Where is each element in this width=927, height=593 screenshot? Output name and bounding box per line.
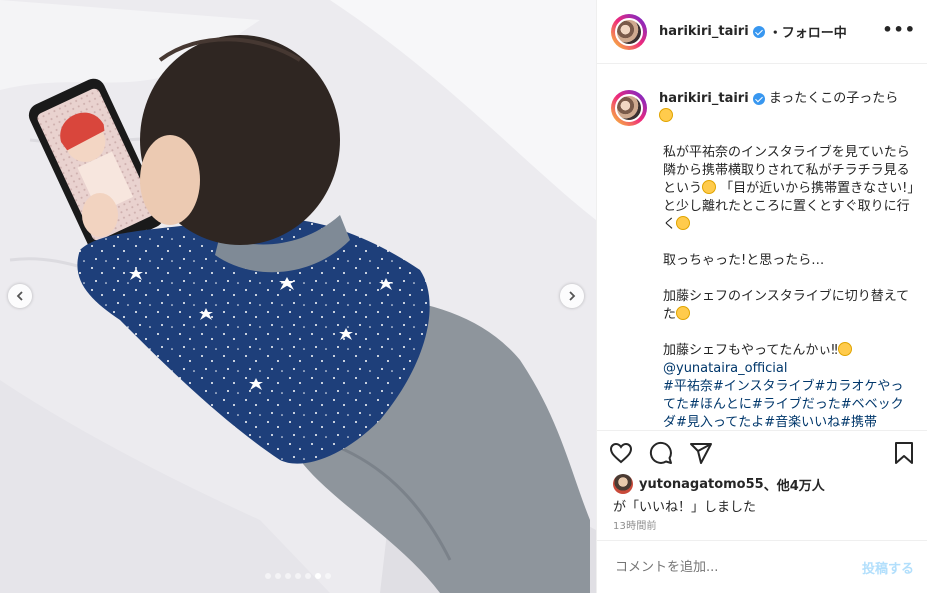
caption-first-line: harikiri_tairi まったくこの子ったら [659,90,898,126]
mention-link[interactable]: @yunataira_official [663,360,914,378]
heart-icon [609,442,633,463]
grin-emoji-icon [659,108,673,122]
likes-summary: yutonagatomo55 、他4万人 が「いいね！」しました [613,474,916,515]
caption-paragraph: 私が平祐奈のインスタライブを見ていたら隣から携帯横取りされて私がチラチラ見るとい… [663,144,914,234]
smile-emoji-icon [676,216,691,230]
bookmark-icon [895,441,913,464]
caption-text: 加藤シェフもやってたんかぃ‼︎ [663,343,838,358]
hashtag-links[interactable]: #平祐奈#インスタライブ#カラオケやってた#ほんとに#ライブだった#ベベックダ#… [663,378,914,430]
baby-phone-photo [0,0,596,593]
more-options-icon[interactable]: ••• [882,20,916,39]
avatar-image [615,17,643,46]
share-icon [690,442,712,464]
post-actions [597,430,927,474]
caption-paragraph: 加藤シェフのインスタライブに切り替えてた [663,288,914,324]
caption-username[interactable]: harikiri_tairi [659,91,749,106]
liker-username[interactable]: yutonagatomo55 [639,477,764,492]
comment-icon [649,441,672,464]
like-button[interactable] [607,439,635,467]
carousel-next-button[interactable] [560,284,584,308]
chevron-right-icon [569,291,576,301]
follow-status[interactable]: ・フォロー中 [769,22,847,41]
carousel-indicator [0,573,596,579]
verified-icon [752,25,765,38]
comment-button[interactable] [647,439,675,467]
rofl-emoji-icon [837,342,852,356]
avatar[interactable] [611,13,647,50]
caption-first-text: まったくこの子ったら [768,91,899,106]
caption-body: 私が平祐奈のインスタライブを見ていたら隣から携帯横取りされて私がチラチラ見るとい… [663,144,914,430]
caption-paragraph: 取っちゃった!と思ったら… [663,253,825,268]
laugh-emoji-icon [676,306,691,320]
sweat-emoji-icon [702,180,717,194]
liker-avatar[interactable] [613,474,633,494]
carousel-dot [315,573,321,579]
post-timestamp[interactable]: 13時間前 [613,517,657,532]
carousel-dot [285,573,291,579]
likes-others[interactable]: 、他4万人 [764,475,825,494]
caption-avatar[interactable] [611,90,647,126]
comment-input[interactable] [613,558,862,576]
carousel-dot [325,573,331,579]
carousel-dot [305,573,311,579]
post-photo[interactable] [0,0,596,593]
avatar-image [615,94,643,122]
caption-text: 加藤シェフのインスタライブに切り替えてた [663,289,910,322]
save-button[interactable] [890,439,918,467]
caption-header: harikiri_tairi まったくこの子ったら [611,90,914,126]
carousel-dot [265,573,271,579]
caption-area: harikiri_tairi まったくこの子ったら 私が平祐奈のインスタライブを… [597,64,927,430]
carousel-prev-button[interactable] [8,284,32,308]
likes-suffix: が「いいね！」しました [613,500,757,515]
comment-bar: 投稿する [597,540,927,593]
post-header: harikiri_tairi ・フォロー中 ••• [597,0,927,64]
chevron-left-icon [16,291,23,301]
post-comment-button[interactable]: 投稿する [862,558,914,577]
post-username[interactable]: harikiri_tairi [659,24,749,39]
caption-paragraph: 加藤シェフもやってたんかぃ‼︎ [663,342,914,360]
carousel-dot [295,573,301,579]
carousel-dot [275,573,281,579]
share-button[interactable] [687,439,715,467]
post-side-panel: harikiri_tairi ・フォロー中 ••• harikiri_tairi… [596,0,927,593]
verified-icon [752,92,765,105]
